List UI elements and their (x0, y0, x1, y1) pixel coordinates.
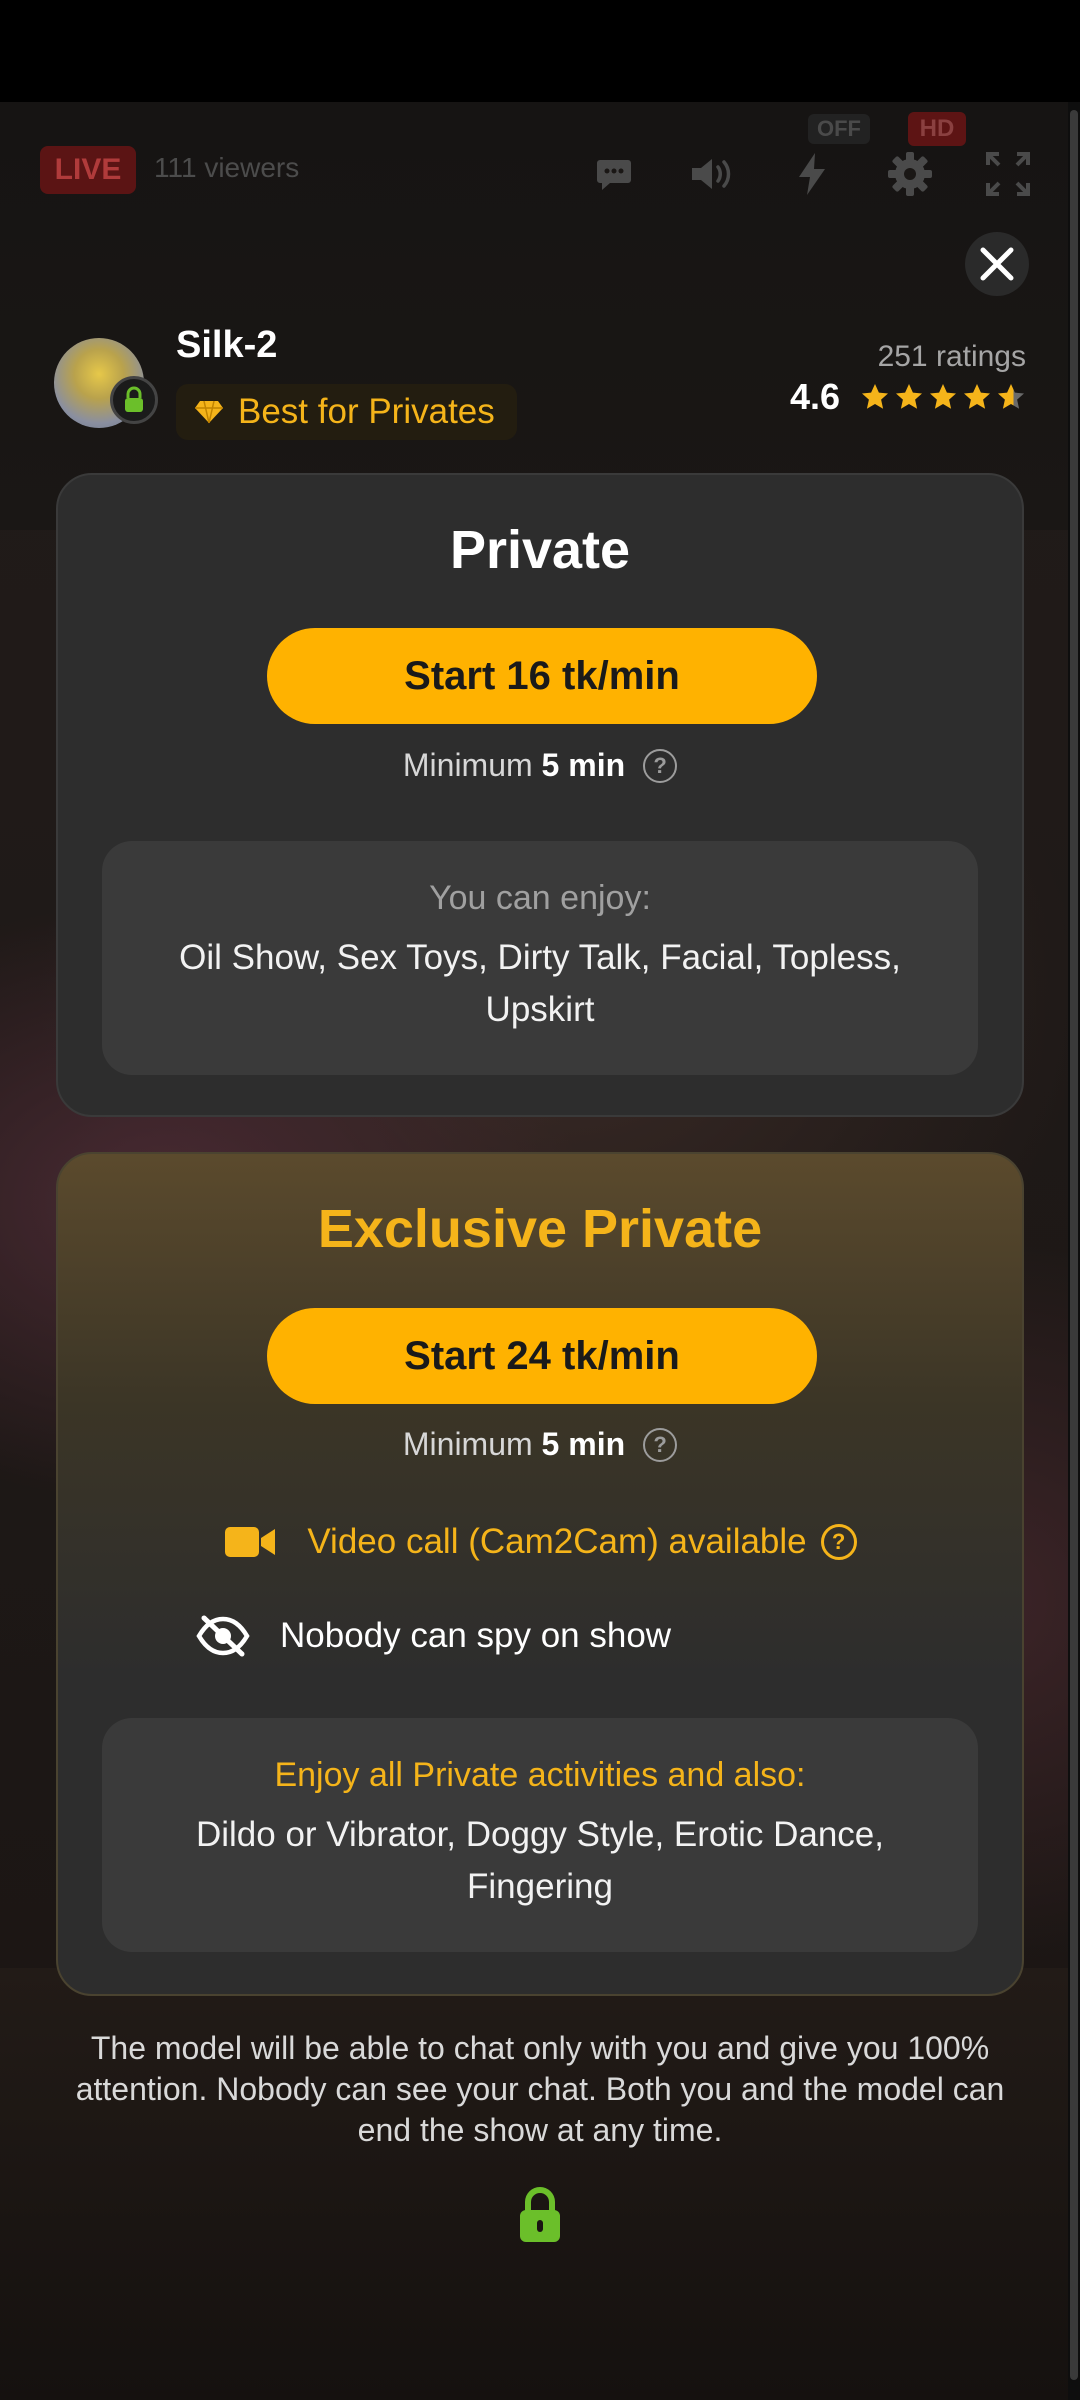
help-icon[interactable]: ? (820, 1524, 857, 1560)
viewer-count: 111 viewers (154, 152, 300, 183)
star-icon (862, 384, 888, 409)
status-bar (0, 0, 1080, 102)
star-icon (998, 384, 1024, 409)
volume-icon[interactable] (680, 142, 744, 206)
live-badge: LIVE (40, 146, 136, 194)
minimum-value: 5 min (541, 1426, 626, 1462)
help-icon[interactable]: ? (643, 1427, 678, 1462)
best-for-privates-badge: Best for Privates (176, 384, 517, 440)
enjoy-label: Enjoy all Private activities and also: (274, 1756, 806, 1794)
gear-icon[interactable] (878, 142, 942, 206)
star-icon (964, 384, 990, 409)
ratings-count: 251 ratings (877, 340, 1026, 373)
feature-video-label: Video call (Cam2Cam) available (307, 1522, 807, 1561)
exclusive-minimum: Minimum 5 min ? (58, 1426, 1022, 1463)
flash-icon[interactable] (780, 142, 844, 206)
private-card: Private Start 16 tk/min Minimum 5 min ? … (56, 473, 1024, 1117)
scrollbar-thumb[interactable] (1070, 110, 1078, 2380)
video-camera-icon (225, 1527, 276, 1557)
rating-stars (860, 382, 1026, 412)
feature-video-call: Video call (Cam2Cam) available ? (58, 1522, 1022, 1562)
model-name: Silk-2 (176, 324, 278, 366)
private-enjoy-box: You can enjoy: Oil Show, Sex Toys, Dirty… (102, 841, 978, 1075)
chat-icon[interactable] (582, 142, 646, 206)
private-title: Private (449, 520, 631, 580)
enjoy-list: Oil Show, Sex Toys, Dirty Talk, Facial, … (179, 938, 901, 1029)
exclusive-private-card: Exclusive Private Start 24 tk/min Minimu… (56, 1152, 1024, 1996)
star-icon (896, 384, 922, 409)
help-icon[interactable]: ? (643, 748, 678, 783)
lock-icon (110, 376, 158, 424)
rating-value: 4.6 (789, 376, 840, 417)
feature-no-spy-label: Nobody can spy on show (280, 1616, 672, 1655)
close-button[interactable] (965, 232, 1029, 296)
minimum-value: 5 min (541, 747, 626, 783)
rating-row: 4.6 (790, 376, 1026, 418)
fullscreen-icon[interactable] (976, 142, 1040, 206)
eye-slash-icon (196, 1615, 250, 1657)
exclusive-enjoy-box: Enjoy all Private activities and also: D… (102, 1718, 978, 1952)
flash-status-pill: OFF (808, 114, 870, 144)
enjoy-list: Dildo or Vibrator, Doggy Style, Erotic D… (195, 1815, 884, 1906)
start-exclusive-button[interactable]: Start 24 tk/min (267, 1308, 817, 1404)
star-icon (930, 384, 956, 409)
lock-icon (516, 2186, 564, 2249)
quality-pill: HD (908, 112, 966, 146)
close-icon (980, 247, 1014, 281)
private-minimum: Minimum 5 min ? (58, 747, 1022, 784)
start-private-button[interactable]: Start 16 tk/min (267, 628, 817, 724)
minimum-label: Minimum (402, 1426, 533, 1462)
diamond-icon (195, 400, 223, 424)
exclusive-title: Exclusive Private (317, 1199, 763, 1259)
minimum-label: Minimum (402, 747, 533, 783)
disclaimer-text: The model will be able to chat only with… (75, 2030, 1005, 2148)
badge-label: Best for Privates (238, 392, 495, 431)
enjoy-label: You can enjoy: (429, 879, 651, 917)
feature-no-spy: Nobody can spy on show (58, 1614, 1022, 1658)
